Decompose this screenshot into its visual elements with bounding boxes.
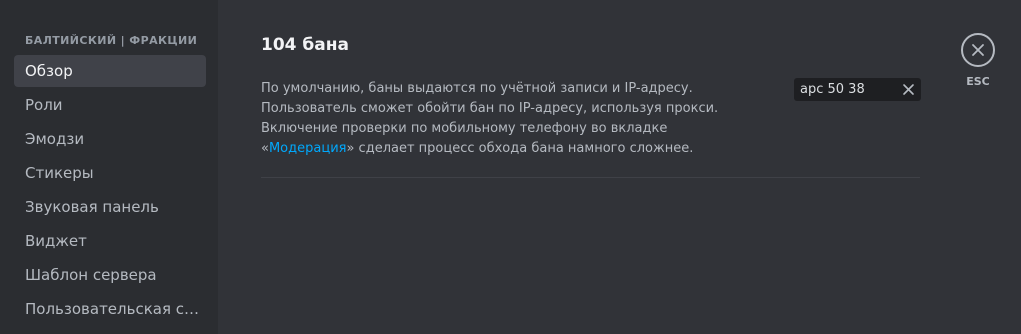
esc-label: ESC	[966, 75, 990, 88]
sidebar-item-widget[interactable]: Виджет	[14, 225, 206, 257]
moderation-link[interactable]: Модерация	[269, 141, 347, 156]
sidebar-item-emoji[interactable]: Эмодзи	[14, 123, 206, 155]
settings-sidebar: БАЛТИЙСКИЙ | ФРАКЦИИ Обзор Роли Эмодзи С…	[0, 0, 218, 334]
sidebar-item-stickers[interactable]: Стикеры	[14, 157, 206, 189]
sidebar-item-server-template[interactable]: Шаблон сервера	[14, 259, 206, 291]
close-button[interactable]	[961, 33, 995, 67]
close-settings: ESC	[960, 33, 996, 88]
close-icon	[970, 42, 986, 58]
settings-content: 104 бана По умолчанию, баны выдаются по …	[218, 0, 1021, 334]
ban-search-box	[794, 78, 921, 101]
sidebar-item-soundboard[interactable]: Звуковая панель	[14, 191, 206, 223]
bans-description: По умолчанию, баны выдаются по учётной з…	[261, 79, 761, 159]
sidebar-item-roles[interactable]: Роли	[14, 89, 206, 121]
sidebar-item-overview[interactable]: Обзор	[14, 55, 206, 87]
close-icon[interactable]	[901, 82, 916, 97]
divider	[261, 177, 920, 178]
page-title: 104 бана	[261, 35, 349, 55]
description-text-after: » сделает процесс обхода бана намного сл…	[346, 141, 694, 156]
server-settings-window: БАЛТИЙСКИЙ | ФРАКЦИИ Обзор Роли Эмодзи С…	[0, 0, 1021, 334]
sidebar-item-custom-link[interactable]: Пользовательская сс...	[14, 293, 206, 325]
sidebar-header: БАЛТИЙСКИЙ | ФРАКЦИИ	[25, 34, 198, 47]
ban-search-input[interactable]	[800, 78, 896, 101]
